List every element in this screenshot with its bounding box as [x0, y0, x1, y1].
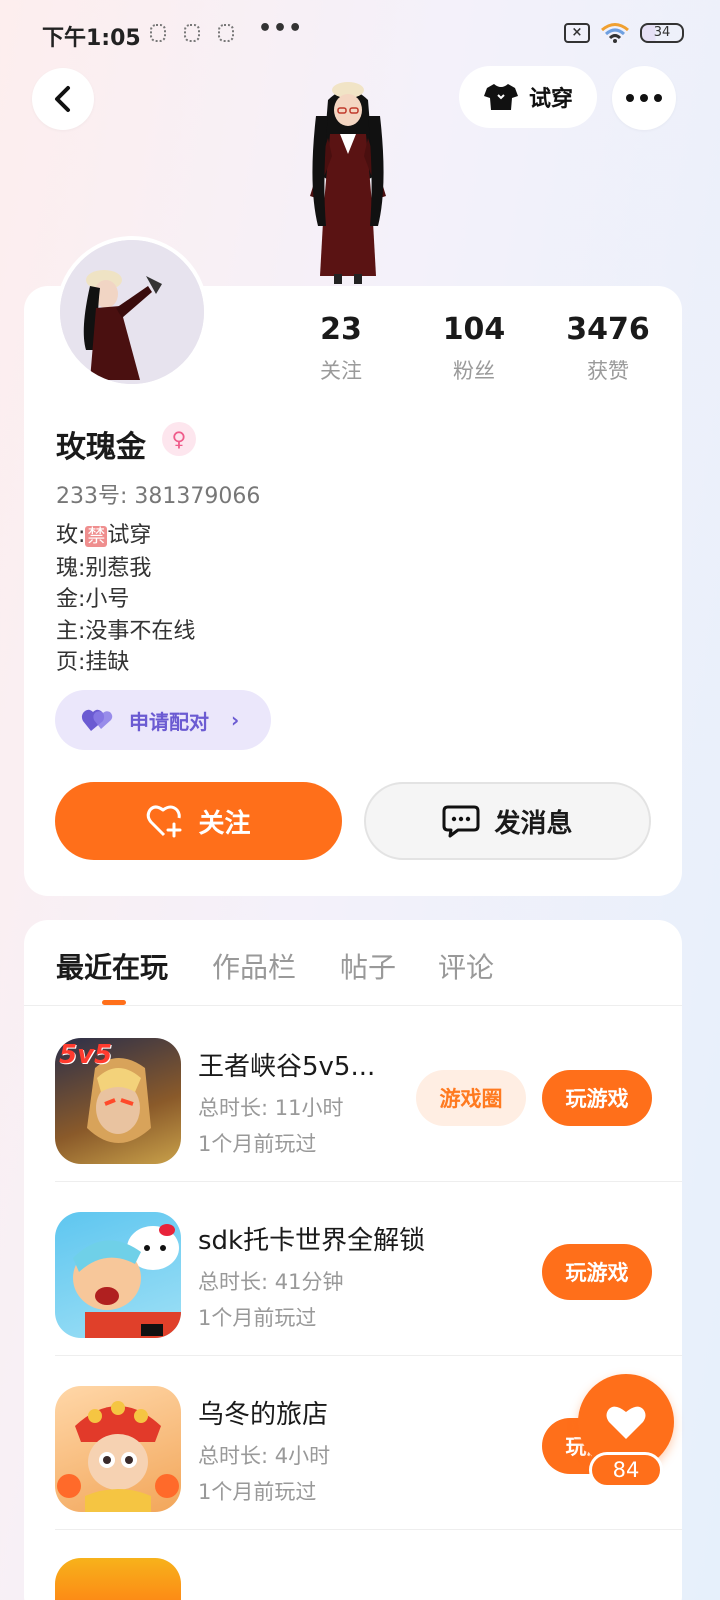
tab-recently-played[interactable]: 最近在玩 — [56, 946, 168, 986]
game-duration: 总时长: 41分钟 — [198, 1270, 344, 1294]
bio: 玫: 禁试穿 瑰:别惹我 金:小号 主:没事不在线 页:挂缺 — [56, 520, 195, 679]
following-label: 关注 — [320, 359, 362, 383]
game-last-played: 1个月前玩过 — [198, 1306, 317, 1330]
tab-works[interactable]: 作品栏 — [212, 946, 296, 986]
followers-stat[interactable]: 104 粉丝 — [414, 312, 534, 385]
game-title: 乌冬的旅店 — [198, 1400, 329, 1430]
double-heart-icon — [81, 709, 113, 731]
heart-plus-icon — [147, 805, 182, 838]
bio-line-prefix: 玫: — [56, 523, 86, 548]
game-icon-udon-inn[interactable] — [55, 1386, 181, 1512]
follow-button[interactable]: 关注 — [55, 782, 342, 860]
likes-count: 3476 — [566, 312, 650, 347]
back-button[interactable] — [32, 68, 94, 130]
try-on-button[interactable]: 试穿 — [459, 66, 597, 128]
female-gender-icon: ♀ — [162, 422, 196, 456]
following-count: 23 — [320, 312, 362, 347]
bio-line: 瑰:别惹我 — [56, 555, 152, 581]
status-more-icon: ••• — [258, 16, 304, 41]
avatar-image — [60, 240, 204, 384]
more-button[interactable] — [612, 66, 676, 130]
followers-label: 粉丝 — [453, 359, 495, 383]
notification-icon — [218, 24, 234, 42]
play-game-button[interactable]: 玩游戏 — [542, 1244, 652, 1300]
like-count-badge: 84 — [589, 1452, 663, 1488]
likes-label: 获赞 — [587, 359, 629, 383]
likes-stat[interactable]: 3476 获赞 — [548, 312, 668, 385]
game-title: sdk托卡世界全解锁 — [198, 1226, 426, 1256]
profile-tabs: 最近在玩 作品栏 帖子 评论 — [24, 920, 682, 1006]
pairing-label: 申请配对 — [129, 709, 209, 734]
game-duration: 总时长: 11小时 — [198, 1096, 344, 1120]
following-stat[interactable]: 23 关注 — [281, 312, 401, 385]
chat-bubble-icon — [442, 805, 480, 838]
game-title: 王者峡谷5v5... — [198, 1052, 376, 1082]
wifi-icon — [601, 23, 629, 43]
game-icon-label: 5v5 — [59, 1040, 113, 1070]
message-label: 发消息 — [494, 808, 573, 839]
game-icon-honor-of-kings[interactable]: 5v5 — [55, 1038, 181, 1164]
followers-count: 104 — [442, 312, 506, 347]
username: 玫瑰金 — [56, 430, 146, 465]
bio-line: 玫: 禁试穿 — [56, 520, 195, 553]
bio-line-suffix: 试穿 — [107, 523, 152, 548]
send-message-button[interactable]: 发消息 — [364, 782, 651, 860]
game-duration: 总时长: 4小时 — [198, 1444, 331, 1468]
bio-line: 主:没事不在线 — [56, 618, 196, 644]
game-icon-toca-world[interactable] — [55, 1212, 181, 1338]
no-sim-icon: × — [564, 23, 590, 43]
notification-icon — [150, 24, 166, 42]
game-last-played: 1个月前玩过 — [198, 1132, 317, 1156]
tab-comments[interactable]: 评论 — [438, 946, 494, 986]
status-right: × 34 — [564, 22, 684, 44]
game-art — [73, 1224, 181, 1338]
notification-icons — [150, 24, 234, 42]
play-game-button[interactable]: 玩游戏 — [542, 1070, 652, 1126]
chevron-right-icon: › — [231, 708, 240, 732]
game-circle-button[interactable]: 游戏圈 — [416, 1070, 526, 1126]
game-row[interactable]: sdk托卡世界全解锁 总时长: 41分钟 1个月前玩过 玩游戏 — [55, 1182, 682, 1356]
follow-label: 关注 — [198, 808, 251, 839]
game-art — [57, 1401, 179, 1512]
battery-indicator: 34 — [640, 23, 684, 43]
chevron-left-icon — [55, 86, 70, 112]
request-pairing-button[interactable]: 申请配对 › — [55, 690, 271, 750]
tab-posts[interactable]: 帖子 — [340, 946, 396, 986]
user-id: 233号: 381379066 — [56, 484, 261, 509]
notification-icon — [184, 24, 200, 42]
active-tab-indicator — [102, 1000, 126, 1005]
status-bar: 下午1:05 ••• × 34 — [0, 0, 720, 68]
bio-line: 金:小号 — [56, 587, 130, 612]
game-last-played: 1个月前玩过 — [198, 1480, 317, 1504]
ban-badge: 禁 — [85, 526, 108, 547]
game-row[interactable]: 5v5 王者峡谷5v5... 总时长: 11小时 1个月前玩过 游戏圈 玩游戏 — [55, 1008, 682, 1182]
status-time: 下午1:05 — [42, 26, 141, 51]
more-dots-icon — [626, 94, 662, 102]
heart-icon — [606, 1406, 646, 1439]
game-icon-partial[interactable] — [55, 1558, 181, 1600]
avatar-character-figure[interactable] — [288, 76, 408, 290]
bio-line: 页:挂缺 — [56, 650, 130, 675]
try-on-label: 试穿 — [528, 87, 573, 112]
shirt-icon — [483, 84, 518, 110]
avatar[interactable] — [56, 236, 208, 388]
